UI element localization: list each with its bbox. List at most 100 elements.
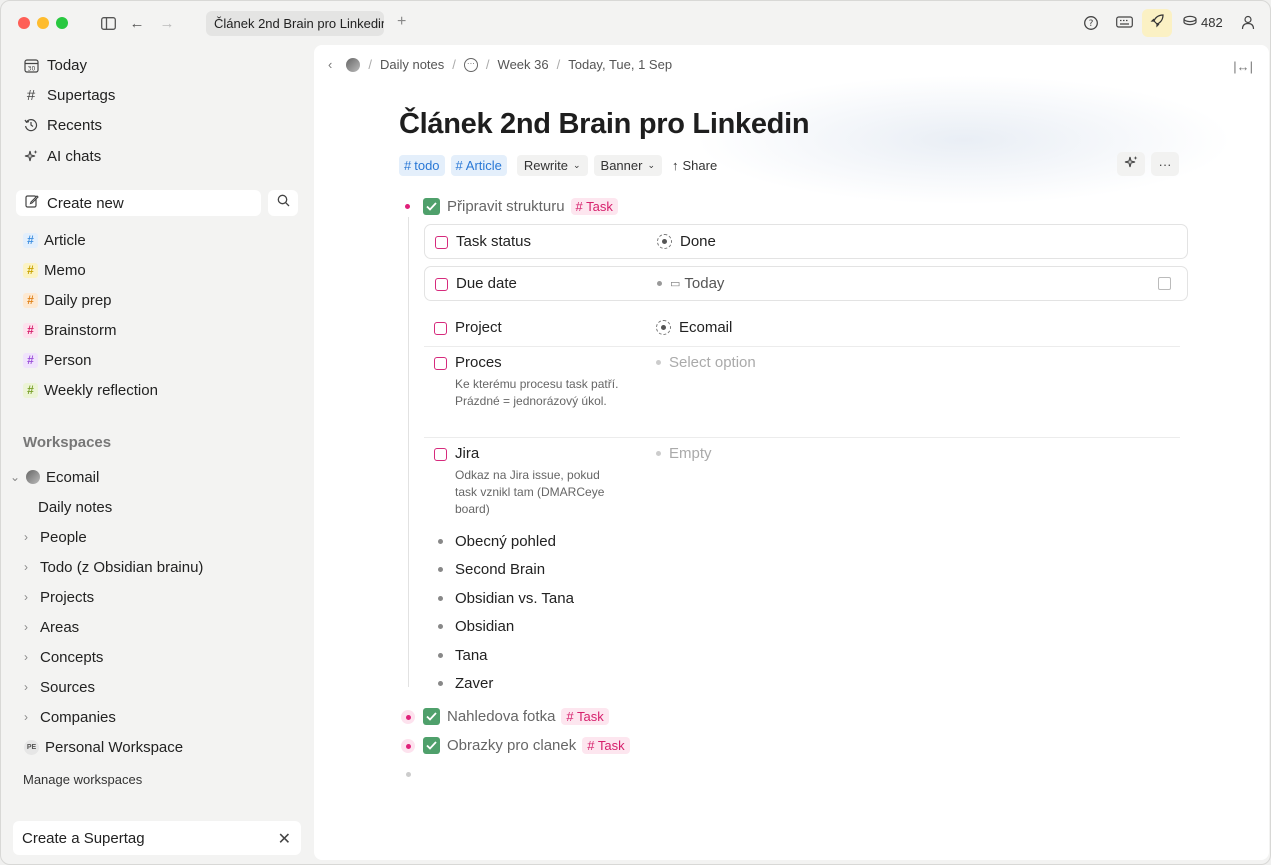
close-icon[interactable]: ✕ bbox=[278, 829, 291, 849]
breadcrumb-daily-notes[interactable]: Daily notes bbox=[380, 57, 444, 72]
sidebar-item-today[interactable]: 30 Today bbox=[23, 54, 87, 76]
tag-task[interactable]: # Task bbox=[570, 198, 618, 215]
search-button[interactable] bbox=[268, 190, 298, 216]
empty-node-bullet[interactable] bbox=[406, 772, 411, 777]
list-item-label[interactable]: Tana bbox=[455, 647, 488, 664]
tab-current[interactable]: Článek 2nd Brain pro Linkedin bbox=[206, 11, 384, 36]
list-item[interactable]: Obsidian vs. Tana bbox=[438, 590, 574, 607]
share-button[interactable]: ↑ Share bbox=[668, 156, 721, 175]
more-horizontal-icon[interactable]: ··· bbox=[463, 57, 478, 72]
node-bullet[interactable] bbox=[438, 539, 443, 544]
field-value[interactable]: Empty bbox=[656, 445, 712, 462]
sidebar-item-ai-chats[interactable]: AI chats bbox=[23, 145, 101, 167]
breadcrumb-week[interactable]: Week 36 bbox=[498, 57, 549, 72]
node-bullet[interactable] bbox=[438, 596, 443, 601]
expand-width-icon[interactable]: |↔| bbox=[1233, 59, 1253, 74]
rewrite-button[interactable]: Rewrite ⌄ bbox=[516, 155, 588, 176]
workspace-personal[interactable]: PE Personal Workspace bbox=[24, 737, 183, 757]
list-item[interactable]: Second Brain bbox=[438, 561, 545, 578]
workspace-child-todo[interactable]: › Todo (z Obsidian brainu) bbox=[24, 557, 203, 577]
task-row[interactable]: Nahledova fotka # Task bbox=[447, 708, 609, 725]
node-bullet[interactable] bbox=[438, 567, 443, 572]
node-bullet-collapsed[interactable] bbox=[401, 739, 415, 753]
create-new-button[interactable]: Create new bbox=[16, 190, 261, 216]
breadcrumb-today[interactable]: Today, Tue, 1 Sep bbox=[568, 57, 672, 72]
workspace-child-projects[interactable]: › Projects bbox=[24, 587, 94, 607]
page-title[interactable]: Článek 2nd Brain pro Linkedin bbox=[399, 108, 810, 141]
workspace-child-people[interactable]: › People bbox=[24, 527, 87, 547]
node-bullet[interactable] bbox=[405, 204, 410, 209]
new-tab-button[interactable]: + bbox=[397, 13, 406, 31]
task-label[interactable]: Připravit strukturu bbox=[447, 198, 565, 215]
chevron-right-icon[interactable]: › bbox=[24, 560, 34, 574]
node-bullet[interactable] bbox=[438, 624, 443, 629]
credits-counter[interactable]: 482 bbox=[1183, 15, 1223, 30]
task-row[interactable]: Připravit strukturu # Task bbox=[447, 198, 618, 215]
create-supertag-banner[interactable]: Create a Supertag ✕ bbox=[13, 821, 301, 855]
supertag-daily-prep[interactable]: # Daily prep bbox=[23, 290, 112, 310]
sidebar-toggle-icon[interactable] bbox=[98, 13, 118, 33]
sidebar-item-recents[interactable]: Recents bbox=[23, 114, 102, 136]
node-bullet[interactable] bbox=[438, 681, 443, 686]
chevron-left-icon[interactable]: ‹ bbox=[328, 57, 332, 72]
ai-assist-button[interactable] bbox=[1117, 152, 1145, 176]
list-item-label[interactable]: Obsidian bbox=[455, 618, 514, 635]
help-icon[interactable]: ? bbox=[1083, 15, 1099, 36]
chevron-down-icon[interactable]: ⌄ bbox=[10, 470, 20, 484]
manage-workspaces-link[interactable]: Manage workspaces bbox=[23, 772, 142, 787]
task-checkbox[interactable] bbox=[423, 708, 440, 725]
avatar[interactable] bbox=[346, 57, 361, 72]
tag-todo[interactable]: # todo bbox=[399, 155, 445, 176]
supertag-weekly-reflection[interactable]: # Weekly reflection bbox=[23, 380, 158, 400]
tag-task[interactable]: # Task bbox=[582, 737, 630, 754]
supertag-memo[interactable]: # Memo bbox=[23, 260, 86, 280]
sidebar-item-supertags[interactable]: # Supertags bbox=[23, 84, 116, 106]
maximize-window-button[interactable] bbox=[56, 17, 68, 29]
banner-button[interactable]: Banner ⌄ bbox=[593, 155, 662, 176]
node-bullet-collapsed[interactable] bbox=[401, 710, 415, 724]
task-checkbox[interactable] bbox=[423, 198, 440, 215]
node-bullet[interactable] bbox=[438, 653, 443, 658]
close-window-button[interactable] bbox=[18, 17, 30, 29]
task-checkbox[interactable] bbox=[423, 737, 440, 754]
date-picker-icon[interactable] bbox=[1158, 277, 1171, 290]
workspace-child-concepts[interactable]: › Concepts bbox=[24, 647, 103, 667]
chevron-right-icon[interactable]: › bbox=[24, 710, 34, 724]
more-options-button[interactable]: ··· bbox=[1151, 152, 1179, 176]
task-label[interactable]: Nahledova fotka bbox=[447, 708, 555, 725]
workspace-ecomail[interactable]: ⌄ Ecomail bbox=[10, 467, 99, 487]
supertag-brainstorm[interactable]: # Brainstorm bbox=[23, 320, 117, 340]
forward-arrow-icon[interactable]: → bbox=[157, 13, 177, 33]
field-value[interactable]: Ecomail bbox=[656, 319, 732, 336]
task-label[interactable]: Obrazky pro clanek bbox=[447, 737, 576, 754]
workspace-child-areas[interactable]: › Areas bbox=[24, 617, 79, 637]
list-item-label[interactable]: Second Brain bbox=[455, 561, 545, 578]
list-item[interactable]: Obecný pohled bbox=[438, 533, 556, 550]
list-item-label[interactable]: Zaver bbox=[455, 675, 493, 692]
chevron-right-icon[interactable]: › bbox=[24, 530, 34, 544]
chevron-right-icon[interactable]: › bbox=[24, 650, 34, 664]
chevron-right-icon[interactable]: › bbox=[24, 620, 34, 634]
field-value[interactable]: Done bbox=[657, 233, 716, 250]
keyboard-icon[interactable] bbox=[1116, 15, 1133, 34]
supertag-person[interactable]: # Person bbox=[23, 350, 92, 370]
minimize-window-button[interactable] bbox=[37, 17, 49, 29]
chevron-right-icon[interactable]: › bbox=[24, 680, 34, 694]
list-item-label[interactable]: Obsidian vs. Tana bbox=[455, 590, 574, 607]
workspace-child-daily-notes[interactable]: Daily notes bbox=[38, 497, 112, 517]
supertag-article[interactable]: # Article bbox=[23, 230, 86, 250]
tag-task[interactable]: # Task bbox=[561, 708, 609, 725]
user-icon[interactable] bbox=[1241, 15, 1255, 35]
chevron-right-icon[interactable]: › bbox=[24, 590, 34, 604]
field-value[interactable]: ▭ Today bbox=[657, 275, 724, 292]
rocket-button[interactable] bbox=[1142, 9, 1172, 37]
task-row[interactable]: Obrazky pro clanek # Task bbox=[447, 737, 630, 754]
workspace-child-sources[interactable]: › Sources bbox=[24, 677, 95, 697]
list-item-label[interactable]: Obecný pohled bbox=[455, 533, 556, 550]
list-item[interactable]: Zaver bbox=[438, 675, 493, 692]
list-item[interactable]: Obsidian bbox=[438, 618, 514, 635]
tag-article[interactable]: # Article bbox=[450, 155, 507, 176]
list-item[interactable]: Tana bbox=[438, 647, 488, 664]
field-value[interactable]: Select option bbox=[656, 354, 756, 371]
back-arrow-icon[interactable]: ← bbox=[127, 13, 147, 33]
